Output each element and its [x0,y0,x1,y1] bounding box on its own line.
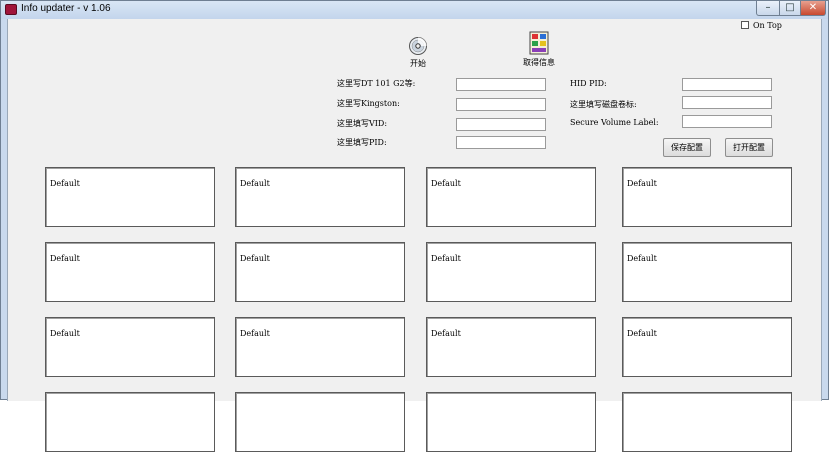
start-label: 开始 [410,59,426,68]
info-panel[interactable]: Default [45,167,215,227]
window-title: Info updater - v 1.06 [21,3,111,14]
pid-label: 这里填写PID: [337,138,387,147]
on-top-label: On Top [753,21,782,30]
info-panel[interactable] [45,392,215,452]
hid-pid-input[interactable] [682,78,772,91]
app-window: Info updater - v 1.06 – □ ✕ On Top 开始 取得… [0,0,829,452]
on-top-checkbox[interactable]: On Top [741,21,782,30]
vendor-label: 这里写Kingston: [337,99,400,108]
info-panel[interactable]: Default [622,167,792,227]
get-info-label: 取得信息 [523,58,555,67]
panel-text: Default [240,254,270,263]
panel-text: Default [431,179,461,188]
info-panel[interactable] [622,392,792,452]
info-panel[interactable]: Default [235,167,405,227]
info-panel[interactable]: Default [45,317,215,377]
info-panel[interactable]: Default [426,242,596,302]
panel-text: Default [627,179,657,188]
info-panel[interactable] [426,392,596,452]
save-config-button[interactable]: 保存配置 [663,138,711,157]
checkbox-icon[interactable] [741,21,749,29]
minimize-button[interactable]: – [756,1,780,16]
close-button[interactable]: ✕ [800,1,826,16]
info-panel[interactable]: Default [235,317,405,377]
pid-input[interactable] [456,136,546,149]
model-label: 这里写DT 101 G2等: [337,79,416,88]
secure-volume-label: Secure Volume Label: [570,118,659,127]
app-icon [5,4,17,15]
maximize-button[interactable]: □ [779,1,801,16]
model-input[interactable] [456,78,546,91]
panel-text: Default [431,329,461,338]
hid-pid-label: HID PID: [570,79,607,88]
client-area: On Top 开始 取得信息 这里写DT 101 G2等: 这里写Kingsto… [7,19,822,452]
vid-label: 这里填写VID: [337,119,388,128]
cd-disc-icon [409,37,427,55]
info-card-icon [529,31,549,55]
panel-text: Default [627,329,657,338]
open-config-button[interactable]: 打开配置 [725,138,773,157]
vendor-input[interactable] [456,98,546,111]
panel-text: Default [50,329,80,338]
panel-text: Default [627,254,657,263]
info-panel[interactable]: Default [235,242,405,302]
panel-text: Default [240,329,270,338]
info-panel[interactable]: Default [622,242,792,302]
info-panel[interactable] [235,392,405,452]
disk-label-input[interactable] [682,96,772,109]
secure-volume-input[interactable] [682,115,772,128]
get-info-button[interactable]: 取得信息 [514,31,564,68]
info-panel[interactable]: Default [45,242,215,302]
disk-label-label: 这里填写磁盘卷标: [570,100,637,109]
start-button[interactable]: 开始 [393,36,443,69]
info-panel[interactable]: Default [426,317,596,377]
panel-text: Default [431,254,461,263]
vid-input[interactable] [456,118,546,131]
panel-text: Default [50,254,80,263]
panel-text: Default [240,179,270,188]
info-panel[interactable]: Default [426,167,596,227]
info-panel[interactable]: Default [622,317,792,377]
panel-text: Default [50,179,80,188]
title-bar[interactable]: Info updater - v 1.06 – □ ✕ [1,1,828,19]
